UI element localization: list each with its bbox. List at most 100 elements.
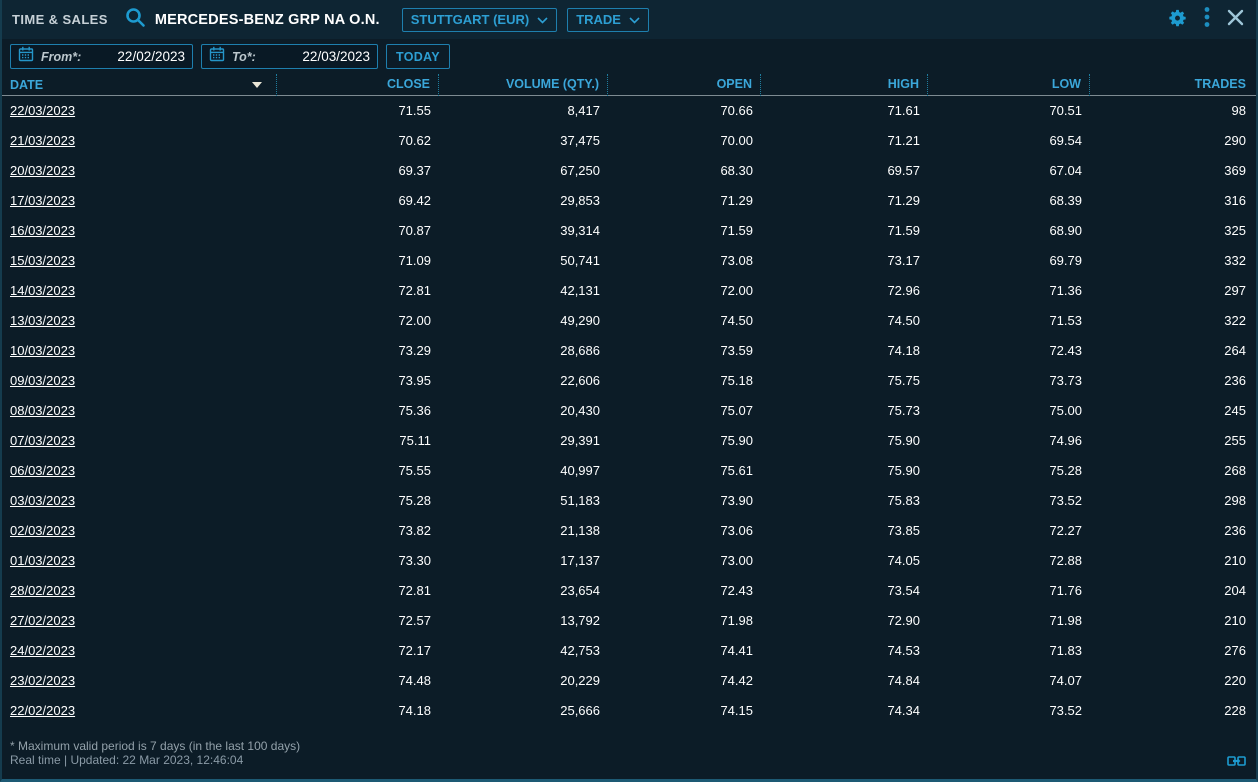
low-cell: 71.53 [1049,313,1082,328]
trades-cell: 245 [1224,403,1246,418]
date-link[interactable]: 10/03/2023 [10,343,75,358]
date-link[interactable]: 13/03/2023 [10,313,75,328]
title-bar: TIME & SALES MERCEDES-BENZ GRP NA O.N. S… [2,0,1256,39]
date-link[interactable]: 02/03/2023 [10,523,75,538]
chevron-down-icon [629,12,640,27]
table-row: 02/03/2023 73.82 21,138 73.06 73.85 72.27 236 [2,516,1256,546]
close-cell: 73.82 [398,523,431,538]
close-cell: 74.48 [398,673,431,688]
low-cell: 74.96 [1049,433,1082,448]
volume-cell: 17,137 [560,553,600,568]
table-row: 23/02/2023 74.48 20,229 74.42 74.84 74.07 220 [2,666,1256,696]
more-options-kebab-icon[interactable] [1204,6,1210,33]
trades-cell: 325 [1224,223,1246,238]
volume-cell: 20,229 [560,673,600,688]
low-cell: 71.36 [1049,283,1082,298]
date-link[interactable]: 21/03/2023 [10,133,75,148]
calendar-icon[interactable] [18,46,34,67]
low-cell: 71.83 [1049,643,1082,658]
open-cell: 72.00 [720,283,753,298]
calendar-icon[interactable] [209,46,225,67]
date-cell: 17/03/2023 [2,186,277,216]
volume-cell: 20,430 [560,403,600,418]
date-cell: 22/02/2023 [2,696,277,726]
close-cell: 71.09 [398,253,431,268]
column-header-high[interactable]: HIGH [761,74,928,96]
open-cell: 75.07 [720,403,753,418]
date-link[interactable]: 09/03/2023 [10,373,75,388]
date-link[interactable]: 28/02/2023 [10,583,75,598]
channel-link-icon[interactable] [1227,754,1246,773]
volume-cell: 39,314 [560,223,600,238]
high-cell: 72.96 [887,283,920,298]
trades-cell: 264 [1224,343,1246,358]
from-label: From*: [41,49,82,64]
high-cell: 74.34 [887,703,920,718]
high-cell: 71.29 [887,193,920,208]
column-header-date[interactable]: DATE [2,74,277,96]
date-cell: 24/02/2023 [2,636,277,666]
date-link[interactable]: 06/03/2023 [10,463,75,478]
to-value[interactable]: 22/03/2023 [302,49,370,64]
today-button[interactable]: TODAY [386,44,450,69]
date-link[interactable]: 16/03/2023 [10,223,75,238]
trade-dropdown[interactable]: TRADE [567,7,649,32]
date-link[interactable]: 14/03/2023 [10,283,75,298]
open-cell: 75.18 [720,373,753,388]
close-cell: 75.11 [399,433,431,448]
high-cell: 71.59 [887,223,920,238]
close-cell: 73.29 [398,343,431,358]
date-link[interactable]: 15/03/2023 [10,253,75,268]
table-row: 09/03/2023 73.95 22,606 75.18 75.75 73.73 236 [2,366,1256,396]
date-cell: 16/03/2023 [2,216,277,246]
date-link[interactable]: 22/03/2023 [10,103,75,118]
date-link[interactable]: 20/03/2023 [10,163,75,178]
column-header-trades[interactable]: TRADES [1090,74,1256,96]
close-icon[interactable] [1227,9,1244,31]
volume-cell: 51,183 [560,493,600,508]
date-link[interactable]: 22/02/2023 [10,703,75,718]
date-cell: 13/03/2023 [2,306,277,336]
search-icon[interactable] [124,6,147,34]
column-header-open[interactable]: OPEN [608,74,761,96]
high-cell: 74.18 [887,343,920,358]
close-cell: 73.95 [398,373,431,388]
settings-gear-icon[interactable] [1168,8,1187,32]
date-cell: 27/02/2023 [2,606,277,636]
close-cell: 70.87 [398,223,431,238]
to-date-field[interactable]: To*: 22/03/2023 [201,44,378,69]
open-cell: 73.59 [720,343,753,358]
date-link[interactable]: 24/02/2023 [10,643,75,658]
high-cell: 71.21 [887,133,920,148]
date-link[interactable]: 03/03/2023 [10,493,75,508]
venue-dropdown[interactable]: STUTTGART (EUR) [401,7,558,32]
date-cell: 14/03/2023 [2,276,277,306]
trades-cell: 220 [1224,673,1246,688]
high-cell: 71.61 [887,103,920,118]
from-date-field[interactable]: From*: 22/02/2023 [10,44,193,69]
column-header-date-label: DATE [10,77,44,92]
low-cell: 67.04 [1049,163,1082,178]
volume-cell: 37,475 [560,133,600,148]
from-value[interactable]: 22/02/2023 [117,49,185,64]
table-row: 08/03/2023 75.36 20,430 75.07 75.73 75.00 245 [2,396,1256,426]
column-header-close[interactable]: CLOSE [277,74,439,96]
date-link[interactable]: 07/03/2023 [10,433,75,448]
date-cell: 20/03/2023 [2,156,277,186]
table-row: 21/03/2023 70.62 37,475 70.00 71.21 69.54 290 [2,126,1256,156]
trades-cell: 210 [1224,553,1246,568]
low-cell: 75.00 [1049,403,1082,418]
date-link[interactable]: 01/03/2023 [10,553,75,568]
high-cell: 74.05 [887,553,920,568]
column-header-low[interactable]: LOW [928,74,1090,96]
close-cell: 69.42 [398,193,431,208]
date-link[interactable]: 23/02/2023 [10,673,75,688]
sort-descending-icon[interactable] [252,82,262,88]
volume-cell: 42,753 [560,643,600,658]
date-link[interactable]: 27/02/2023 [10,613,75,628]
column-header-volume[interactable]: VOLUME (QTY.) [439,74,608,96]
date-link[interactable]: 08/03/2023 [10,403,75,418]
open-cell: 74.50 [720,313,753,328]
date-link[interactable]: 17/03/2023 [10,193,75,208]
table-row: 14/03/2023 72.81 42,131 72.00 72.96 71.36 297 [2,276,1256,306]
